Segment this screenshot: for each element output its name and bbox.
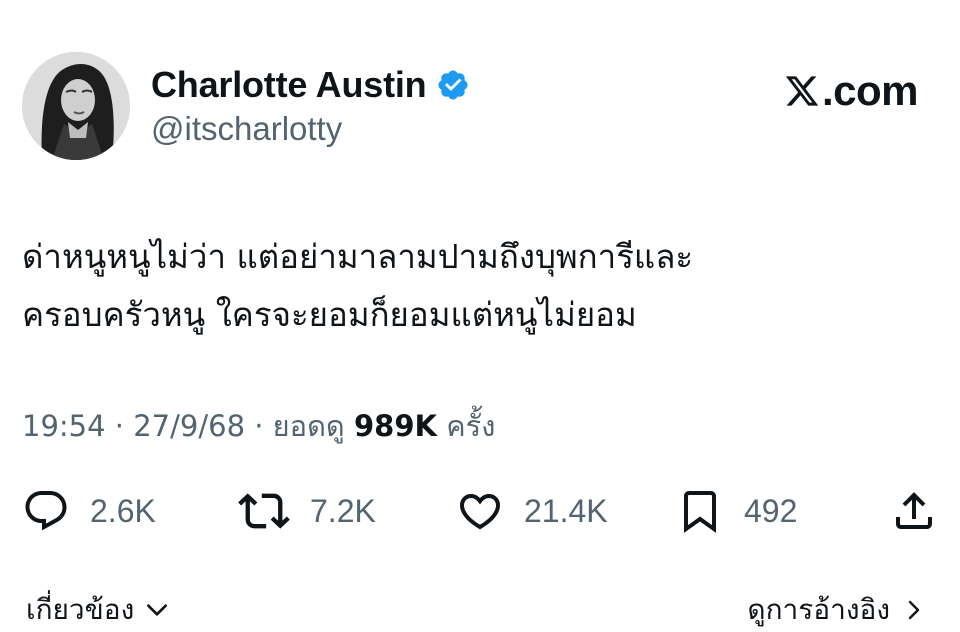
related-label: เกี่ยวข้อง (26, 593, 135, 626)
reply-count: 2.6K (90, 493, 156, 529)
chevron-right-icon (908, 600, 920, 620)
repost-icon (238, 493, 290, 529)
repost-button[interactable]: 7.2K (238, 484, 376, 538)
display-name-text: Charlotte Austin (151, 64, 427, 105)
tweet-text-line: ครอบครัวหนู ใครจะยอมก็ยอมแต่หนูไม่ยอม (22, 295, 637, 334)
views-count: 989K (353, 409, 437, 443)
tweet-footer: เกี่ยวข้อง ดูการอ้างอิง (0, 588, 960, 628)
x-logo-icon (785, 76, 819, 106)
like-button[interactable]: 21.4K (456, 484, 608, 538)
reply-button[interactable]: 2.6K (22, 484, 156, 538)
chevron-down-icon (147, 604, 168, 616)
tweet-meta: 19:54 · 27/9/68 · ยอดดู 989K ครั้ง (22, 404, 495, 448)
bookmark-button[interactable]: 492 (676, 484, 797, 538)
action-bar: 2.6K 7.2K 21.4K 492 (0, 484, 960, 538)
quotes-label: ดูการอ้างอิง (747, 593, 890, 626)
x-com-text: .com (821, 67, 919, 114)
bookmark-icon (684, 491, 716, 533)
tweet-text: ด่าหนูหนูไม่ว่า แต่อย่ามาลามปามถึงบุพการ… (22, 228, 922, 344)
x-com-watermark: .com (784, 67, 918, 115)
verified-badge-icon (438, 70, 468, 100)
tweet-text-line: ด่าหนูหนูไม่ว่า แต่อย่ามาลามปามถึงบุพการ… (22, 237, 694, 276)
domain-text: com (833, 67, 918, 114)
avatar-portrait (22, 52, 130, 160)
repost-count: 7.2K (310, 493, 376, 529)
view-quotes-link[interactable]: ดูการอ้างอิง (747, 588, 926, 632)
reply-icon (25, 491, 67, 531)
related-link[interactable]: เกี่ยวข้อง (26, 588, 170, 632)
views-suffix: ครั้ง (437, 409, 496, 443)
avatar[interactable] (22, 52, 130, 160)
share-icon (896, 492, 932, 529)
bookmark-count: 492 (744, 493, 798, 529)
like-count: 21.4K (524, 493, 608, 529)
author-handle[interactable]: @itscharlotty (151, 109, 342, 149)
share-button[interactable] (890, 484, 938, 538)
timestamp-date[interactable]: 19:54 · 27/9/68 · ยอดดู (22, 409, 354, 443)
author-display-name[interactable]: Charlotte Austin (151, 64, 470, 106)
heart-icon (459, 494, 501, 530)
